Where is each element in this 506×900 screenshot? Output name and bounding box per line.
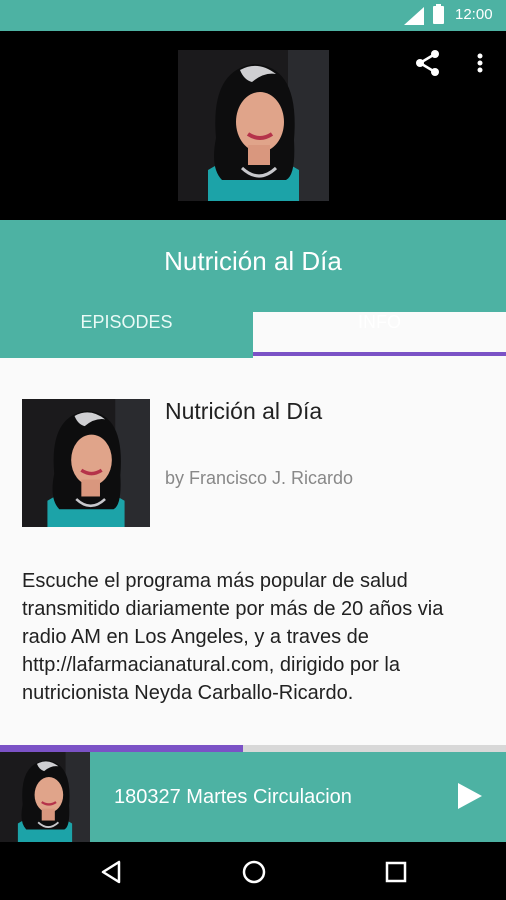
info-description: Escuche el programa más popular de salud… xyxy=(22,570,444,704)
play-icon[interactable] xyxy=(456,781,484,811)
back-icon[interactable] xyxy=(97,857,127,887)
progress-track[interactable] xyxy=(0,745,506,752)
progress-fill xyxy=(0,745,243,752)
info-panel: Nutrición al Día by Francisco J. Ricardo… xyxy=(0,358,506,752)
cover-header xyxy=(0,31,506,220)
home-icon[interactable] xyxy=(239,857,269,887)
more-vert-icon[interactable] xyxy=(470,49,490,77)
info-title: Nutrición al Día xyxy=(165,398,323,424)
status-time: 12:00 xyxy=(455,6,493,23)
podcast-cover-art xyxy=(178,50,329,201)
episode-title[interactable]: 180327 Martes Circulacion xyxy=(114,786,352,809)
info-author: by Francisco J. Ricardo xyxy=(165,468,354,488)
podcast-thumbnail xyxy=(22,399,150,527)
share-icon[interactable] xyxy=(414,49,442,77)
recents-icon[interactable] xyxy=(381,857,411,887)
wifi-icon xyxy=(404,7,424,25)
selected-tab-indicator xyxy=(253,352,506,356)
navigation-bar xyxy=(0,842,506,900)
tab-episodes[interactable]: EPISODES xyxy=(0,312,253,333)
status-bar: 12:00 xyxy=(0,0,506,31)
player-thumbnail xyxy=(0,752,90,842)
battery-icon xyxy=(433,4,444,24)
mini-player[interactable]: 180327 Martes Circulacion xyxy=(0,745,506,842)
podcast-title: Nutrición al Día xyxy=(164,246,342,276)
podcast-header: Nutrición al Día EPISODES INFO xyxy=(0,220,506,706)
